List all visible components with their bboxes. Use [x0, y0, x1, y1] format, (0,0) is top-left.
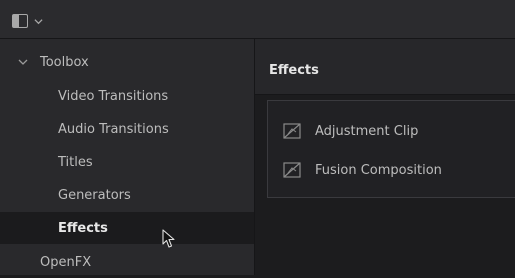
effect-clip-icon	[283, 162, 301, 178]
sidebar-item-generators[interactable]: Generators	[0, 179, 254, 211]
panel-layout-icon	[12, 14, 28, 28]
list-item-label: Adjustment Clip	[315, 123, 419, 139]
chevron-down-icon[interactable]	[18, 57, 28, 67]
sidebar-item-effects[interactable]: Effects	[0, 212, 254, 244]
panel-toggle-button[interactable]	[12, 11, 52, 31]
sidebar-item-label: Toolbox	[40, 54, 89, 70]
top-toolbar	[0, 0, 515, 39]
list-item-fusion-composition[interactable]: Fusion Composition	[283, 159, 442, 181]
sidebar-item-label: OpenFX	[40, 254, 92, 270]
list-item-label: Fusion Composition	[315, 162, 442, 178]
mouse-cursor-icon	[162, 229, 175, 248]
list-item-adjustment-clip[interactable]: Adjustment Clip	[283, 120, 418, 142]
panel-title: Effects	[269, 63, 319, 78]
sidebar-item-audio-transitions[interactable]: Audio Transitions	[0, 113, 254, 145]
sidebar-item-video-transitions[interactable]: Video Transitions	[0, 80, 254, 112]
sidebar-item-label: Video Transitions	[58, 88, 169, 104]
sidebar-item-titles[interactable]: Titles	[0, 146, 254, 178]
sidebar: Toolbox Video Transitions Audio Transiti…	[0, 39, 255, 275]
effects-list: Adjustment Clip Fusion Composition	[267, 100, 515, 198]
chevron-down-icon	[34, 18, 43, 24]
sidebar-item-label: Audio Transitions	[58, 121, 169, 137]
panel-header: Effects	[255, 39, 515, 95]
sidebar-item-label: Titles	[58, 154, 93, 170]
sidebar-item-toolbox[interactable]: Toolbox	[0, 46, 254, 78]
sidebar-item-label: Effects	[58, 220, 108, 236]
sidebar-item-label: Generators	[58, 187, 131, 203]
effects-panel: Effects Adjustment Clip Fusion Compositi…	[255, 39, 515, 275]
effect-clip-icon	[283, 123, 301, 139]
sidebar-item-openfx[interactable]: OpenFX	[0, 246, 254, 278]
